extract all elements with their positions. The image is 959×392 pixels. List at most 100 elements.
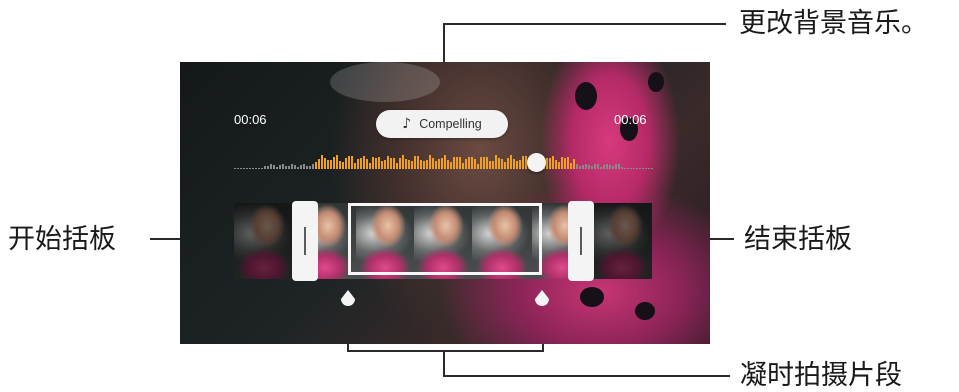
waveform-bar [519,160,521,169]
waveform-bar [612,166,614,169]
background-spot [580,287,604,307]
start-time: 00:06 [234,112,267,127]
waveform-bar [507,158,509,169]
waveform-bar [243,168,245,169]
waveform-bar [351,156,353,169]
waveform-bar [600,167,602,169]
waveform-bar [480,157,482,169]
waveform-bar [348,156,350,169]
waveform-bar [504,162,506,169]
waveform-bar [384,160,386,169]
waveform-bar [642,168,644,169]
waveform-bar [450,162,452,169]
waveform-bar [297,167,299,169]
waveform-bar [333,157,335,169]
waveform-bar [546,158,548,169]
callout-change-music: 更改背景音乐。 [739,8,928,39]
waveform-bar [477,164,479,169]
callout-start-bracket: 开始括板 [8,224,116,255]
waveform-bar [495,155,497,169]
waveform-bar [396,163,398,169]
start-bracket-grip [304,227,306,255]
waveform-bar [357,159,359,169]
waveform-bar [459,157,461,169]
start-bracket[interactable] [292,201,318,281]
waveform-bar [609,165,611,169]
waveform-bar [636,168,638,169]
waveform-bar [456,157,458,169]
waveform-bar [282,164,284,169]
waveform-bar [639,168,641,169]
waveform-bar [651,168,653,169]
waveform-bar [411,161,413,169]
waveform-bar [462,163,464,169]
callout-hyperlapse-clip: 凝时拍摄片段 [740,360,902,391]
waveform-bar [441,158,443,169]
waveform-bar [483,157,485,169]
waveform-bar [330,160,332,169]
waveform-bar [390,158,392,169]
waveform-bar [549,158,551,169]
filmstrip-thumb [592,203,652,279]
hyperlapse-selection[interactable] [348,203,542,275]
waveform-bar [291,164,293,169]
waveform-bar [516,161,518,169]
waveform-bar [615,164,617,169]
video-editor-screen: 00:06 00:06 ♪ Compelling [180,62,710,344]
waveform-bar [498,158,500,169]
waveform-bar [645,168,647,169]
waveform-bar [240,168,242,169]
waveform-bar [429,155,431,169]
waveform-bar [336,155,338,169]
waveform-bar [345,158,347,169]
background-spot [635,302,655,320]
waveform-bar [363,156,365,169]
hyperlapse-start-pin[interactable] [341,290,355,310]
audio-waveform[interactable] [234,152,653,174]
end-time: 00:06 [614,112,647,127]
music-label: Compelling [419,117,482,131]
waveform-bar [318,159,320,169]
waveform-bar [492,161,494,169]
waveform-bar [306,166,308,169]
waveform-bar [246,168,248,169]
waveform-bar [342,162,344,169]
waveform-bar [399,158,401,169]
waveform-bar [561,157,563,169]
waveform-bar [435,161,437,169]
waveform-bar [315,162,317,169]
waveform-bar [354,163,356,169]
hyperlapse-end-pin[interactable] [535,290,549,310]
waveform-bar [648,168,650,169]
waveform-bar [426,160,428,169]
callout-line-hyperlapse-stem [443,350,445,377]
waveform-bar [489,161,491,169]
music-note-icon: ♪ [402,116,412,132]
waveform-bar [321,155,323,169]
change-music-button[interactable]: ♪ Compelling [376,110,508,138]
end-bracket[interactable] [568,201,594,281]
waveform-bar [408,160,410,169]
waveform-bar [402,155,404,169]
waveform-bar [366,159,368,169]
waveform-bar [447,160,449,169]
waveform-bar [597,164,599,169]
waveform-bar [513,159,515,169]
waveform-bar [369,163,371,169]
waveform-bar [255,168,257,169]
waveform-bar [264,166,266,169]
waveform-bar [573,159,575,169]
filmstrip-thumb [234,203,294,279]
waveform-bar [300,165,302,169]
end-bracket-grip [580,227,582,255]
waveform-bar [621,167,623,169]
playback-handle[interactable] [527,153,546,172]
waveform-bar [276,167,278,169]
waveform-bar [501,159,503,169]
waveform-bar [582,165,584,169]
waveform-bar [378,157,380,169]
waveform-bar [237,168,239,169]
waveform-bar [486,157,488,169]
background-spot [575,82,597,110]
waveform-bar [522,156,524,169]
